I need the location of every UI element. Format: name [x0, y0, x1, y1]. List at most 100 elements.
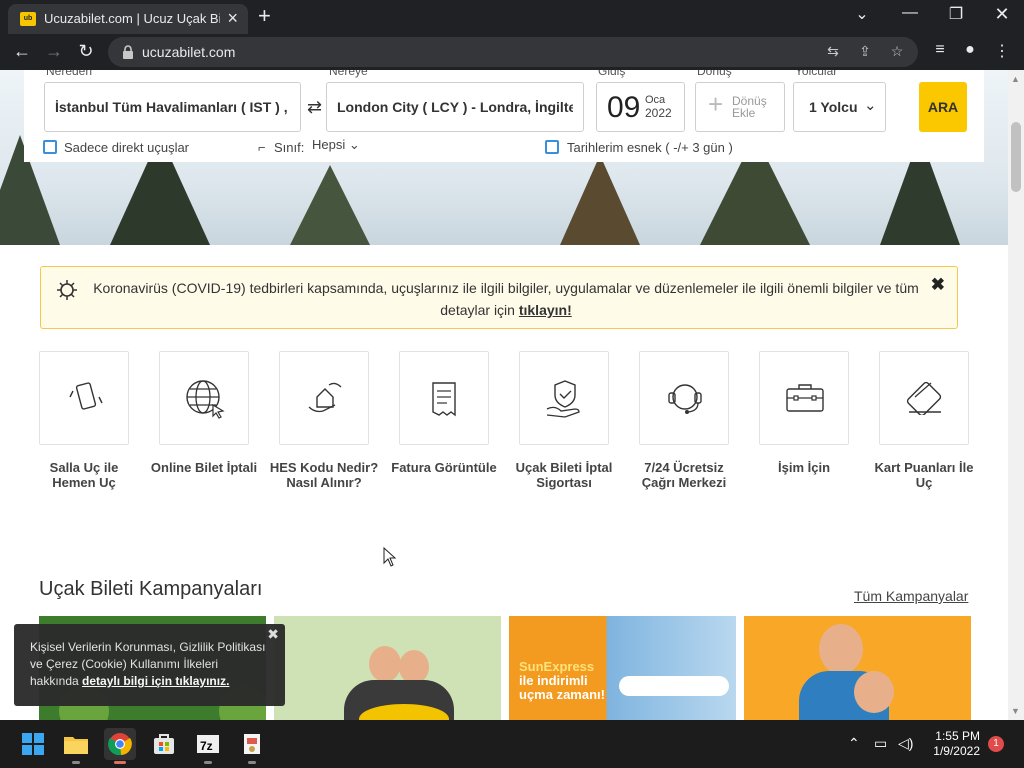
quick-link-box[interactable] — [279, 351, 369, 445]
to-label: Nereye — [329, 70, 368, 78]
document-app-icon[interactable] — [236, 728, 268, 764]
store-icon[interactable] — [148, 728, 180, 760]
covid-link[interactable]: tıklayın! — [519, 302, 572, 318]
direct-flights-checkbox[interactable] — [43, 140, 57, 154]
share-icon[interactable]: ⇪ — [856, 43, 874, 61]
chevron-down-icon: ⌄ — [864, 97, 877, 114]
airplane-image — [619, 676, 729, 696]
tab-close-icon[interactable]: × — [227, 8, 238, 28]
restore-icon[interactable]: ❐ — [944, 4, 968, 24]
flexible-dates-label: Tarihlerim esnek ( -/+ 3 gün ) — [567, 140, 733, 155]
scroll-down-icon[interactable]: ▼ — [1011, 706, 1020, 716]
svg-text:7z: 7z — [200, 739, 213, 753]
volume-icon[interactable]: ◁) — [898, 735, 913, 752]
quick-link-box[interactable] — [159, 351, 249, 445]
sunexpress-promo-text: SunExpress ile indirimli uçma zamanı! — [519, 660, 607, 702]
file-explorer-icon[interactable] — [60, 728, 92, 764]
campaigns-title: Uçak Bileti Kampanyaları — [39, 578, 263, 600]
quick-link-box[interactable] — [39, 351, 129, 445]
close-window-icon[interactable]: ✕ — [990, 4, 1014, 25]
quick-link-box[interactable] — [639, 351, 729, 445]
seat-icon: ⌐ — [258, 140, 266, 155]
card-icon — [906, 381, 942, 415]
flexible-dates-checkbox[interactable] — [545, 140, 559, 154]
plus-icon: + — [708, 89, 724, 119]
return-label: Dönüş — [697, 70, 732, 78]
cookie-text: Kişisel Verilerin Korunması, Gizlilik Po… — [30, 639, 270, 690]
search-button[interactable]: ARA — [919, 82, 967, 132]
to-field[interactable]: London City ( LCY ) - Londra, İngiltere — [326, 82, 584, 132]
url-text: ucuzabilet.com — [142, 44, 236, 60]
cookie-banner: Kişisel Verilerin Korunması, Gizlilik Po… — [14, 624, 285, 706]
reload-icon[interactable]: ↻ — [74, 40, 98, 62]
browser-tab[interactable]: ub Ucuzabilet.com | Ucuz Uçak Bileti × — [8, 4, 248, 34]
quick-link-box[interactable] — [759, 351, 849, 445]
campaign-card[interactable]: SunExpress ile indirimli uçma zamanı! — [509, 616, 736, 720]
depart-label: Gidiş — [598, 70, 626, 78]
tab-title: Ucuzabilet.com | Ucuz Uçak Bileti — [44, 11, 220, 26]
minimize-icon[interactable]: — — [898, 4, 922, 22]
close-icon[interactable]: ✖ — [931, 275, 945, 295]
quick-link-label: Salla Uç ile Hemen Uç — [49, 460, 119, 490]
campaign-card[interactable] — [274, 616, 501, 720]
from-label: Nereden — [46, 70, 93, 78]
scroll-up-icon[interactable]: ▲ — [1011, 74, 1020, 84]
campaign-card[interactable] — [744, 616, 971, 720]
windows-start-icon[interactable] — [17, 728, 49, 760]
flight-search-form: Nereden İstanbul Tüm Havalimanları ( IST… — [24, 70, 984, 162]
passenger-label: Yolcular — [795, 70, 838, 78]
return-date-field[interactable]: + Dönüş Ekle — [695, 82, 785, 132]
depart-date-field[interactable]: 09 Oca 2022 — [596, 82, 685, 132]
quick-link-label: İşim İçin — [777, 460, 831, 475]
tray-chevron-up-icon[interactable]: ⌃ — [848, 735, 860, 752]
notification-badge[interactable]: 1 — [988, 736, 1004, 752]
quick-link-box[interactable] — [399, 351, 489, 445]
from-field[interactable]: İstanbul Tüm Havalimanları ( IST ) , — [44, 82, 301, 132]
favicon-icon: ub — [20, 12, 36, 26]
quick-link-label: Uçak Bileti İptal Sigortası — [515, 460, 613, 490]
cookie-link[interactable]: detaylı bilgi için tıklayınız. — [82, 674, 229, 688]
page-viewport: Nereden İstanbul Tüm Havalimanları ( IST… — [0, 70, 1008, 720]
clock-date: 1/9/2022 — [933, 744, 980, 758]
house-hand-icon — [308, 382, 342, 413]
back-icon[interactable]: ← — [10, 40, 34, 62]
quick-link-label: Online Bilet İptali — [150, 460, 258, 475]
address-bar[interactable]: ucuzabilet.com ⇆ ⇪ ☆ — [108, 37, 918, 67]
chrome-icon[interactable] — [104, 728, 136, 764]
scroll-thumb[interactable] — [1011, 122, 1021, 192]
bookmark-star-icon[interactable]: ☆ — [888, 43, 906, 61]
swap-icon[interactable]: ⇄ — [307, 97, 322, 118]
network-icon[interactable]: ▭ — [874, 735, 887, 752]
class-label: Sınıf: — [274, 140, 305, 155]
menu-dots-icon[interactable]: ⋮ — [992, 41, 1012, 61]
clock[interactable]: 1:55 PM 1/9/2022 — [932, 729, 980, 759]
reading-list-icon[interactable]: ≡ — [930, 41, 950, 61]
profile-icon[interactable]: ● — [960, 41, 980, 61]
close-icon[interactable]: ✖ — [267, 626, 279, 643]
class-select[interactable]: Hepsi ⌄ — [312, 137, 360, 153]
virus-icon — [57, 280, 77, 300]
phone-shake-icon — [69, 382, 103, 410]
quick-link-label: Kart Puanları İle Uç — [874, 460, 974, 490]
covid-notice: Koronavirüs (COVID-19) tedbirleri kapsam… — [40, 266, 958, 329]
quick-link-box[interactable] — [879, 351, 969, 445]
windows-taskbar: 7z ⌃ ▭ ◁) 1:55 PM 1/9/2022 1 — [0, 720, 1024, 768]
briefcase-icon — [786, 384, 824, 412]
quick-link-box[interactable] — [519, 351, 609, 445]
depart-year: 2022 — [645, 106, 672, 120]
page-scrollbar[interactable]: ▲ ▼ — [1008, 70, 1024, 720]
lock-icon — [123, 45, 133, 59]
quick-link-label: HES Kodu Nedir? Nasıl Alınır? — [269, 460, 379, 490]
passenger-select[interactable]: 1 Yolcu ⌄ — [793, 82, 886, 132]
covid-message: Koronavirüs (COVID-19) tedbirleri kapsam… — [93, 280, 919, 318]
new-tab-icon[interactable]: + — [258, 5, 271, 27]
all-campaigns-link[interactable]: Tüm Kampanyalar — [854, 588, 968, 604]
quick-link-label: 7/24 Ücretsiz Çağrı Merkezi — [641, 460, 727, 490]
7zip-icon[interactable]: 7z — [192, 728, 224, 764]
translate-icon[interactable]: ⇆ — [824, 43, 842, 61]
invoice-icon — [432, 382, 456, 417]
browser-chrome: ub Ucuzabilet.com | Ucuz Uçak Bileti × +… — [0, 0, 1024, 70]
tab-search-chevron-icon[interactable]: ⌄ — [850, 4, 874, 24]
sunexpress-brand: SunExpress — [519, 659, 595, 674]
forward-icon[interactable]: → — [42, 40, 66, 62]
